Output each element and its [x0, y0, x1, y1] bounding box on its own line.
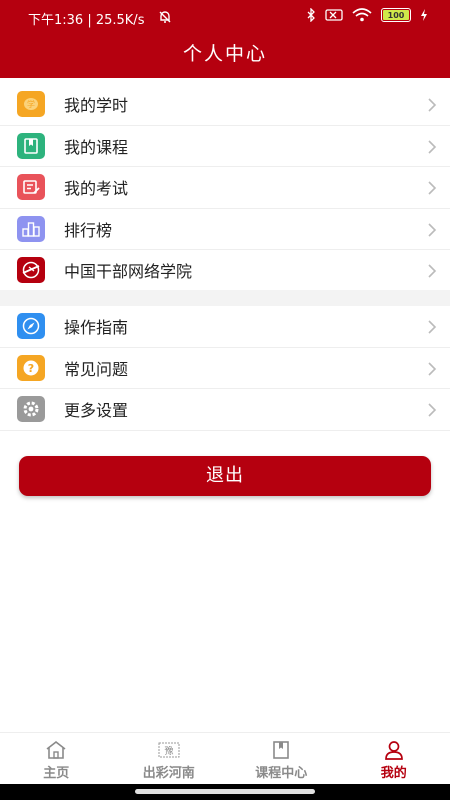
menu-item-label: 排行榜 — [64, 220, 113, 240]
tab-mine[interactable]: 我的 — [338, 733, 450, 784]
chevron-right-icon — [428, 139, 437, 154]
tab-home[interactable]: 主页 — [0, 733, 113, 784]
chevron-right-icon — [428, 320, 437, 334]
svg-text:?: ? — [28, 362, 34, 375]
status-bar: 下午1:36 | 25.5K/s 100 — [0, 0, 450, 34]
chevron-right-icon — [428, 403, 437, 417]
book-icon — [17, 132, 45, 159]
wifi-icon — [352, 8, 372, 22]
status-time-speed: 下午1:36 | 25.5K/s — [28, 13, 145, 28]
menu-item-label: 我的考试 — [64, 179, 129, 199]
page-title: 个人中心 — [0, 34, 450, 78]
menu-item-my-exams[interactable]: 我的考试 — [0, 167, 450, 209]
settings-icon — [17, 396, 45, 423]
home-icon — [46, 740, 66, 759]
henan-icon: 豫 — [158, 742, 180, 758]
chevron-right-icon — [428, 181, 437, 195]
menu-item-cadre-academy[interactable]: 中国干部网络学院 — [0, 250, 450, 292]
bluetooth-icon — [307, 8, 315, 22]
chevron-right-icon — [428, 222, 437, 237]
tab-course-center[interactable]: 课程中心 — [225, 733, 338, 784]
tab-label: 我的 — [380, 766, 407, 781]
menu-item-label: 更多设置 — [64, 401, 129, 421]
person-icon — [384, 741, 403, 760]
svg-text:豫: 豫 — [164, 745, 173, 757]
mute-icon — [159, 11, 171, 23]
section-divider — [0, 290, 450, 306]
menu-item-more-settings[interactable]: 更多设置 — [0, 389, 450, 431]
logout-button[interactable]: 退出 — [19, 456, 431, 496]
battery-indicator: 100 — [381, 8, 411, 22]
question-icon: ? — [17, 354, 45, 381]
system-home-bar — [0, 784, 450, 800]
course-book-icon — [273, 741, 290, 759]
chevron-right-icon — [428, 361, 437, 376]
menu-item-label: 中国干部网络学院 — [64, 262, 193, 282]
menu-item-faq[interactable]: ? 常见问题 — [0, 348, 450, 389]
chevron-right-icon — [428, 264, 437, 278]
menu-item-my-courses[interactable]: 我的课程 — [0, 126, 450, 167]
menu-item-label: 操作指南 — [64, 318, 129, 338]
chevron-right-icon — [428, 98, 437, 112]
tab-label: 课程中心 — [255, 766, 308, 781]
charging-icon — [421, 9, 427, 21]
menu-item-study-hours[interactable]: 学 我的学时 — [0, 84, 450, 126]
tab-label: 出彩河南 — [142, 766, 195, 781]
menu-group-secondary: 操作指南 ? 常见问题 更多设置 — [0, 306, 450, 431]
study-hours-icon: 学 — [17, 91, 45, 118]
tab-label: 主页 — [43, 766, 70, 781]
menu-item-ranking[interactable]: 排行榜 — [0, 209, 450, 250]
tab-henan[interactable]: 豫 出彩河南 — [113, 733, 226, 784]
menu-item-operation-guide[interactable]: 操作指南 — [0, 306, 450, 348]
exam-icon — [17, 174, 45, 201]
compass-icon — [17, 313, 45, 340]
ranking-icon — [17, 215, 45, 242]
menu-item-label: 我的学时 — [64, 96, 129, 116]
menu-item-label: 常见问题 — [64, 359, 129, 379]
svg-text:学: 学 — [27, 99, 35, 109]
bottom-tab-bar: 主页 豫 出彩河南 课程中心 我的 — [0, 732, 450, 784]
academy-logo-icon — [17, 257, 45, 284]
no-sim-icon — [325, 9, 343, 21]
menu-item-label: 我的课程 — [64, 137, 129, 157]
menu-group-primary: 学 我的学时 我的课程 我的考试 排行榜 中国干部网络学院 — [0, 84, 450, 292]
home-indicator[interactable] — [135, 789, 315, 794]
